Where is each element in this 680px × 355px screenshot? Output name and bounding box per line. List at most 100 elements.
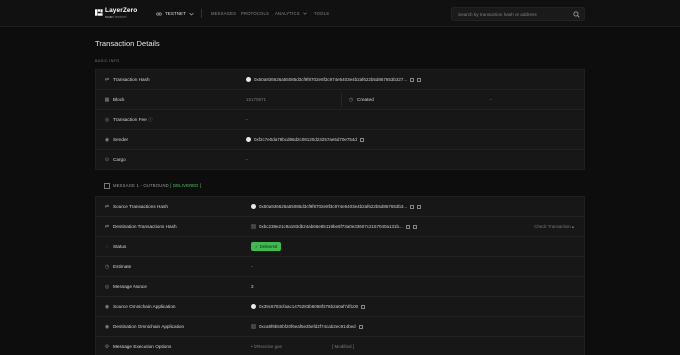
row-label: Estimate [113, 264, 132, 269]
row-status: ◌ Status ✓ Delivered [96, 237, 584, 257]
network-label: TESTNET [165, 11, 186, 16]
clock-icon: ◷ [104, 264, 110, 270]
nav-link-analytics[interactable]: ANALYTICS [275, 11, 307, 16]
section-label-basic-info: BASIC INFO [95, 59, 120, 63]
copy-icon[interactable] [412, 224, 417, 229]
chevron-down-icon [303, 12, 307, 15]
row-label: Cargo [113, 157, 126, 162]
nav-divider [201, 9, 202, 18]
row-message-nonce: ◎ Message Nonce 3 [96, 277, 584, 297]
block-value[interactable]: 15170871 [246, 97, 266, 102]
sender-value[interactable]: 0xf2c7e0da78bcd86d2c08120d23257ae5d70e75… [254, 137, 357, 142]
chain-icon [246, 77, 251, 83]
copy-icon[interactable] [417, 77, 422, 82]
app-icon: ◉ [104, 324, 110, 330]
search-box[interactable] [451, 7, 585, 21]
row-label: Message Execution Options [113, 344, 172, 349]
row-label: Destination Transactions Hash [113, 224, 177, 229]
row-source-tx-hash: ⇄ Source Transactions Hash 0x50a936626a5… [96, 197, 584, 217]
logo-title: LayerZero [105, 7, 138, 14]
row-cargo: ⊙ Cargo - [96, 150, 584, 170]
column-divider [341, 93, 342, 107]
nonce-icon: ◎ [104, 284, 110, 290]
row-source-app: ◉ Source Omnichain Application 0x39c6783… [96, 297, 584, 317]
copy-icon[interactable] [358, 324, 363, 329]
chain-icon [246, 137, 251, 143]
app-icon: ◉ [104, 304, 110, 310]
network-selector[interactable]: TESTNET [156, 10, 194, 17]
search-input[interactable] [458, 10, 570, 19]
chevron-down-icon [189, 12, 194, 15]
copy-icon[interactable] [359, 137, 364, 142]
copy-icon[interactable] [410, 204, 415, 209]
user-icon: ◉ [104, 137, 110, 143]
chain-icon [251, 224, 256, 230]
message-card: ⇄ Source Transactions Hash 0x50a936626a5… [95, 196, 585, 355]
copy-icon[interactable] [410, 77, 415, 82]
status-badge: ✓ Delivered [251, 242, 282, 251]
execution-options-value: • lzReceive gas [251, 344, 282, 349]
status-icon: ◌ [105, 244, 109, 250]
clock-icon: ◷ [348, 97, 354, 103]
nav-link-messages[interactable]: MESSAGES [211, 11, 236, 16]
nav-link-tools[interactable]: TOOLS [314, 11, 329, 16]
row-label: Created [357, 97, 374, 102]
source-tx-hash-value[interactable]: 0x50a936626a55085d3cf9f8702e8f3c974e5403… [259, 204, 407, 209]
row-label: Transaction Fee [113, 117, 147, 122]
row-label: Block [113, 97, 125, 102]
copy-icon[interactable] [405, 224, 410, 229]
message-title: MESSAGE 1 - OUTBOUND [113, 183, 169, 188]
fee-value: - [246, 117, 248, 122]
page-title: Transaction Details [95, 39, 160, 48]
row-label: Source Omnichain Application [113, 304, 176, 309]
row-execution-options: ⚙ Message Execution Options • lzReceive … [96, 337, 584, 355]
message-expand-icon[interactable] [104, 183, 110, 189]
chain-icon [251, 204, 256, 210]
chain-icon [251, 304, 256, 310]
transaction-hash-value[interactable]: 0x50a936626a55085d3cf9f8702e8f3c974e5403… [254, 77, 407, 82]
row-label: Status [113, 244, 127, 249]
row-label: Source Transactions Hash [113, 204, 168, 209]
fee-icon: ◎ [104, 117, 110, 123]
execution-options-modified: [ Modified ] [332, 344, 355, 349]
row-estimate: ◷ Estimate - [96, 257, 584, 277]
copy-icon[interactable] [417, 204, 422, 209]
row-label: Sender [113, 137, 129, 142]
row-transaction-hash: ⇄ Transaction Hash 0x50a936626a55085d3cf… [96, 70, 584, 90]
chain-icon [251, 324, 256, 330]
swap-icon: ⇄ [104, 224, 110, 230]
network-icon [156, 12, 162, 15]
row-label: Transaction Hash [113, 77, 150, 82]
row-label: Message Nonce [113, 284, 147, 289]
created-value: - [490, 97, 492, 102]
estimate-value: - [251, 264, 253, 269]
external-link-icon: ▴ [571, 224, 574, 229]
check-transaction-link[interactable]: Check Transaction ▴ [534, 224, 574, 230]
row-sender: ◉ Sender 0xf2c7e0da78bcd86d2c08120d23257… [96, 130, 584, 150]
block-icon: ▦ [104, 97, 110, 103]
destination-app-value[interactable]: 0xca9f9b50bf20f6eaf5e2befd2f74cab2ec914b… [259, 324, 356, 329]
nonce-value: 3 [251, 284, 254, 289]
logo-subtitle-tag: testnet [114, 14, 127, 19]
check-transaction-label: Check Transaction [534, 224, 571, 229]
row-transaction-fee: ◎ Transaction Fee ⓘ - [96, 110, 584, 130]
logo-subtitle: scan [105, 14, 114, 19]
layerzero-logo-icon [95, 9, 103, 16]
destination-tx-hash-value[interactable]: 0xbc238e21c9a183db24ab66e85119be5f73a0e3… [259, 224, 403, 229]
top-navbar: LayerZero scan testnet TESTNET MESSAGES … [0, 0, 680, 27]
row-label: Destination Omnichain Application [113, 324, 185, 329]
swap-icon: ⇄ [104, 204, 110, 210]
message-status-tag: [ DELIVERED ] [170, 183, 202, 188]
cargo-icon: ⊙ [104, 157, 110, 163]
nav-link-protocols[interactable]: PROTOCOLS [241, 11, 269, 16]
cargo-value: - [246, 157, 248, 162]
message-header[interactable]: MESSAGE 1 - OUTBOUND [ DELIVERED ] [113, 183, 201, 188]
info-icon[interactable]: ⓘ [148, 117, 153, 122]
search-icon[interactable] [573, 11, 580, 18]
row-destination-tx-hash: ⇄ Destination Transactions Hash 0xbc238e… [96, 217, 584, 237]
copy-icon[interactable] [361, 304, 366, 309]
layerzero-logo[interactable]: LayerZero scan testnet [95, 7, 140, 20]
row-block: ▦ Block 15170871 ◷ Created - [96, 90, 584, 110]
source-app-value[interactable]: 0x39c6783cfaac1475283b6058f376b2a0af7df1… [259, 304, 358, 309]
settings-icon: ⚙ [104, 344, 110, 350]
